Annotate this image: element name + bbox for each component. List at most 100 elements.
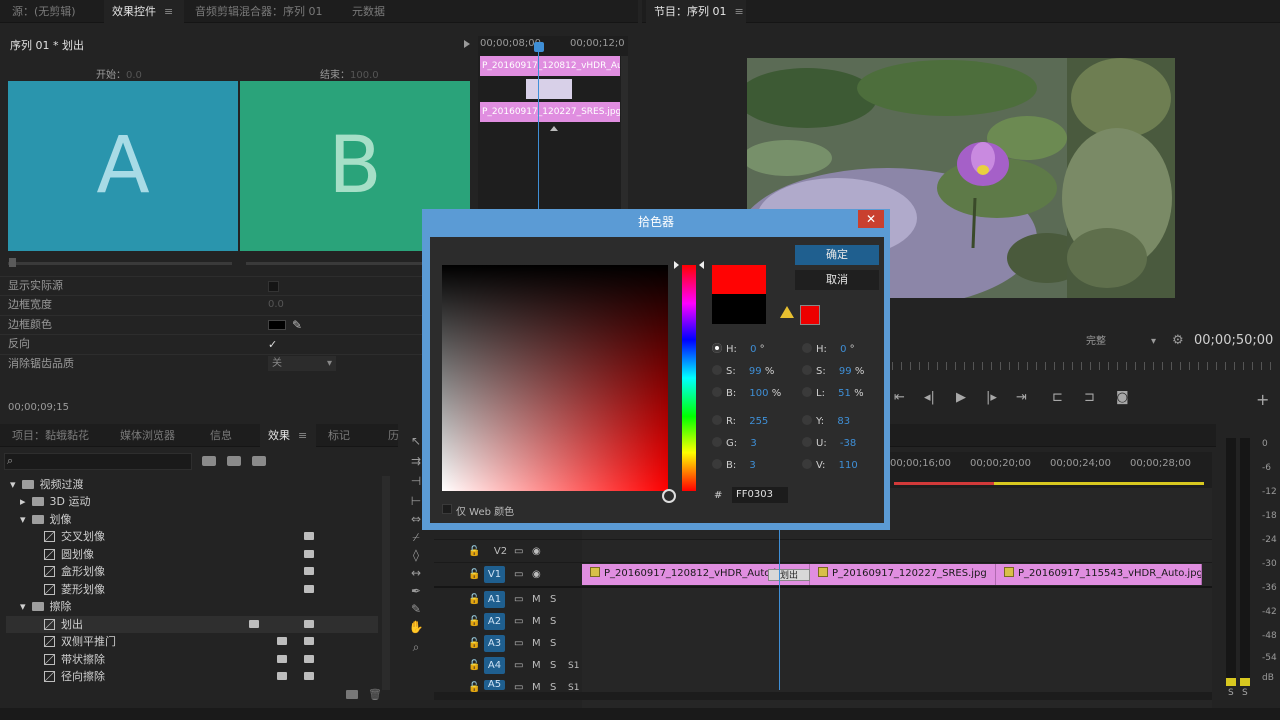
antialias-dropdown[interactable]: 关 ▾ xyxy=(268,356,336,371)
pen-tool-icon[interactable]: ✒ xyxy=(408,584,424,598)
track-a1-lock-icon[interactable]: 🔓 xyxy=(468,590,480,610)
tree-iris[interactable]: ▾ 划像 xyxy=(20,511,72,528)
go-to-out-icon[interactable]: ⇥ xyxy=(1016,390,1027,405)
tree-iris-diamond[interactable]: 菱形划像 xyxy=(44,581,105,598)
mark-in-icon[interactable]: ⇤ xyxy=(894,390,905,405)
track-a1-solo[interactable]: S xyxy=(550,590,556,610)
step-forward-icon[interactable]: |▸ xyxy=(986,390,997,405)
field-value[interactable]: 0 xyxy=(750,344,756,355)
track-a4-voice-icon[interactable]: ▭ xyxy=(514,656,523,676)
field-value[interactable]: 51 xyxy=(838,388,851,399)
meter-solo-right[interactable]: S xyxy=(1242,688,1248,698)
step-back-icon[interactable]: ◂| xyxy=(924,390,935,405)
radio-button[interactable] xyxy=(712,365,722,375)
play-transition-icon[interactable] xyxy=(464,40,470,48)
program-menu-icon[interactable]: ≡ xyxy=(735,5,744,18)
tab-metadata[interactable]: 元数据 xyxy=(344,0,393,23)
hex-input[interactable]: FF0303 xyxy=(732,487,788,503)
track-a3-mute[interactable]: M xyxy=(532,634,541,654)
lift-icon[interactable]: ⊏ xyxy=(1052,390,1063,405)
pen-tool-icon[interactable]: ✎ xyxy=(408,602,424,616)
radio-button[interactable] xyxy=(802,365,812,375)
tree-iris-cross[interactable]: 交叉划像 xyxy=(44,528,105,545)
track-a4-label[interactable]: A4 xyxy=(484,657,505,674)
close-button[interactable]: ✕ xyxy=(858,210,884,228)
field-hsl-l[interactable]: L: 51 % xyxy=(802,387,864,399)
field-value[interactable]: 100 xyxy=(749,388,768,399)
track-v1-eye-icon[interactable]: ◉ xyxy=(532,565,541,585)
field-yuv-y[interactable]: Y: 83 xyxy=(802,415,850,427)
extract-icon[interactable]: ⊐ xyxy=(1084,390,1095,405)
radio-button[interactable] xyxy=(712,415,722,425)
accelerated-filter-icon[interactable] xyxy=(202,456,216,466)
track-a1-mute[interactable]: M xyxy=(532,590,541,610)
tree-wipe-barn-doors[interactable]: 双侧平推门 xyxy=(44,633,116,650)
field-hsl-h[interactable]: H: 0 ° xyxy=(802,343,855,355)
timeline-clip-3[interactable]: P_20160917_115543_vHDR_Auto.jpg xyxy=(996,564,1202,585)
radio-button[interactable] xyxy=(802,415,812,425)
field-yuv-v[interactable]: V: 110 xyxy=(802,459,858,471)
mini-clip-b[interactable]: P_20160917_120227_SRES.jpg xyxy=(480,102,620,122)
saturation-brightness-field[interactable] xyxy=(442,265,668,491)
mini-transition[interactable] xyxy=(526,79,572,99)
radio-button[interactable] xyxy=(712,343,722,353)
trash-icon[interactable]: 🗑 xyxy=(368,688,382,701)
tab-markers[interactable]: 标记 xyxy=(320,424,358,447)
expand-arrow-icon[interactable]: ▾ xyxy=(20,600,26,613)
field-hsb-b[interactable]: B: 100 % xyxy=(712,387,781,399)
field-value[interactable]: -38 xyxy=(840,438,856,449)
slide-tool-icon[interactable]: ↔ xyxy=(408,566,424,580)
field-rgb-b[interactable]: B: 3 xyxy=(712,459,756,471)
radio-button[interactable] xyxy=(712,387,722,397)
expand-arrow-icon[interactable]: ▾ xyxy=(20,513,26,526)
track-v1-film-icon[interactable]: ▭ xyxy=(514,565,523,585)
track-v2-lock-icon[interactable]: 🔓 xyxy=(468,542,480,562)
tree-3d-motion[interactable]: ▸ 3D 运动 xyxy=(20,493,91,510)
track-a2-solo[interactable]: S xyxy=(550,612,556,632)
tree-video-transitions[interactable]: ▾ 视频过渡 xyxy=(10,476,84,493)
meter-solo-left[interactable]: S xyxy=(1228,688,1234,698)
track-v2-film-icon[interactable]: ▭ xyxy=(514,542,523,562)
preview-a[interactable]: A xyxy=(8,81,238,251)
timeline-scrollbar[interactable] xyxy=(434,692,1212,700)
fit-dropdown[interactable]: 完整 ▾ xyxy=(1086,334,1160,349)
border-color-swatch[interactable] xyxy=(268,320,286,330)
field-value[interactable]: 255 xyxy=(749,416,768,427)
track-v2-eye-icon[interactable]: ◉ xyxy=(532,542,541,562)
border-width-value[interactable]: 0.0 xyxy=(268,299,284,310)
zoom-tool-icon[interactable]: ⌕ xyxy=(408,640,424,654)
track-a1-label[interactable]: A1 xyxy=(484,591,505,608)
tab-program[interactable]: 节目：序列 01 ≡ xyxy=(646,0,746,23)
field-value[interactable]: 3 xyxy=(750,438,756,449)
tab-project[interactable]: 项目：黏蛾黏花 xyxy=(4,424,97,447)
field-rgb-r[interactable]: R: 255 xyxy=(712,415,768,427)
tree-iris-round[interactable]: 圆划像 xyxy=(44,546,94,563)
field-value[interactable]: 110 xyxy=(839,460,858,471)
track-a2-label[interactable]: A2 xyxy=(484,613,505,630)
track-a2-mute[interactable]: M xyxy=(532,612,541,632)
transition-block[interactable]: 划出 xyxy=(768,569,810,581)
effects-scrollbar[interactable] xyxy=(382,476,390,690)
gamut-swatch[interactable] xyxy=(800,305,820,325)
radio-button[interactable] xyxy=(712,437,722,447)
timeline-clip-2[interactable]: P_20160917_120227_SRES.jpg xyxy=(810,564,996,585)
camera-icon[interactable]: ◙ xyxy=(1116,390,1129,405)
tree-wipe-band[interactable]: 带状擦除 xyxy=(44,651,105,668)
tab-menu-icon[interactable]: ≡ xyxy=(164,5,173,18)
radio-button[interactable] xyxy=(802,459,812,469)
track-v2-label[interactable]: V2 xyxy=(490,542,511,562)
track-v1-label[interactable]: V1 xyxy=(484,566,505,583)
track-a1-voice-icon[interactable]: ▭ xyxy=(514,590,523,610)
track-a3-label[interactable]: A3 xyxy=(484,635,505,652)
program-ruler[interactable] xyxy=(892,362,1272,370)
tab-source[interactable]: 源：(无剪辑) xyxy=(4,0,84,23)
track-a2-voice-icon[interactable]: ▭ xyxy=(514,612,523,632)
expand-arrow-icon[interactable]: ▾ xyxy=(10,478,16,491)
wrench-icon[interactable]: ⚙ xyxy=(1172,333,1184,348)
hue-arrow-left-icon[interactable] xyxy=(674,261,679,269)
eyedropper-icon[interactable]: ✎ xyxy=(292,318,302,332)
effects-menu-icon[interactable]: ≡ xyxy=(298,429,307,442)
track-a4-mute[interactable]: M xyxy=(532,656,541,676)
tree-wipe-slide[interactable]: 划出 xyxy=(44,616,83,633)
track-a3-lock-icon[interactable]: 🔓 xyxy=(468,634,480,654)
